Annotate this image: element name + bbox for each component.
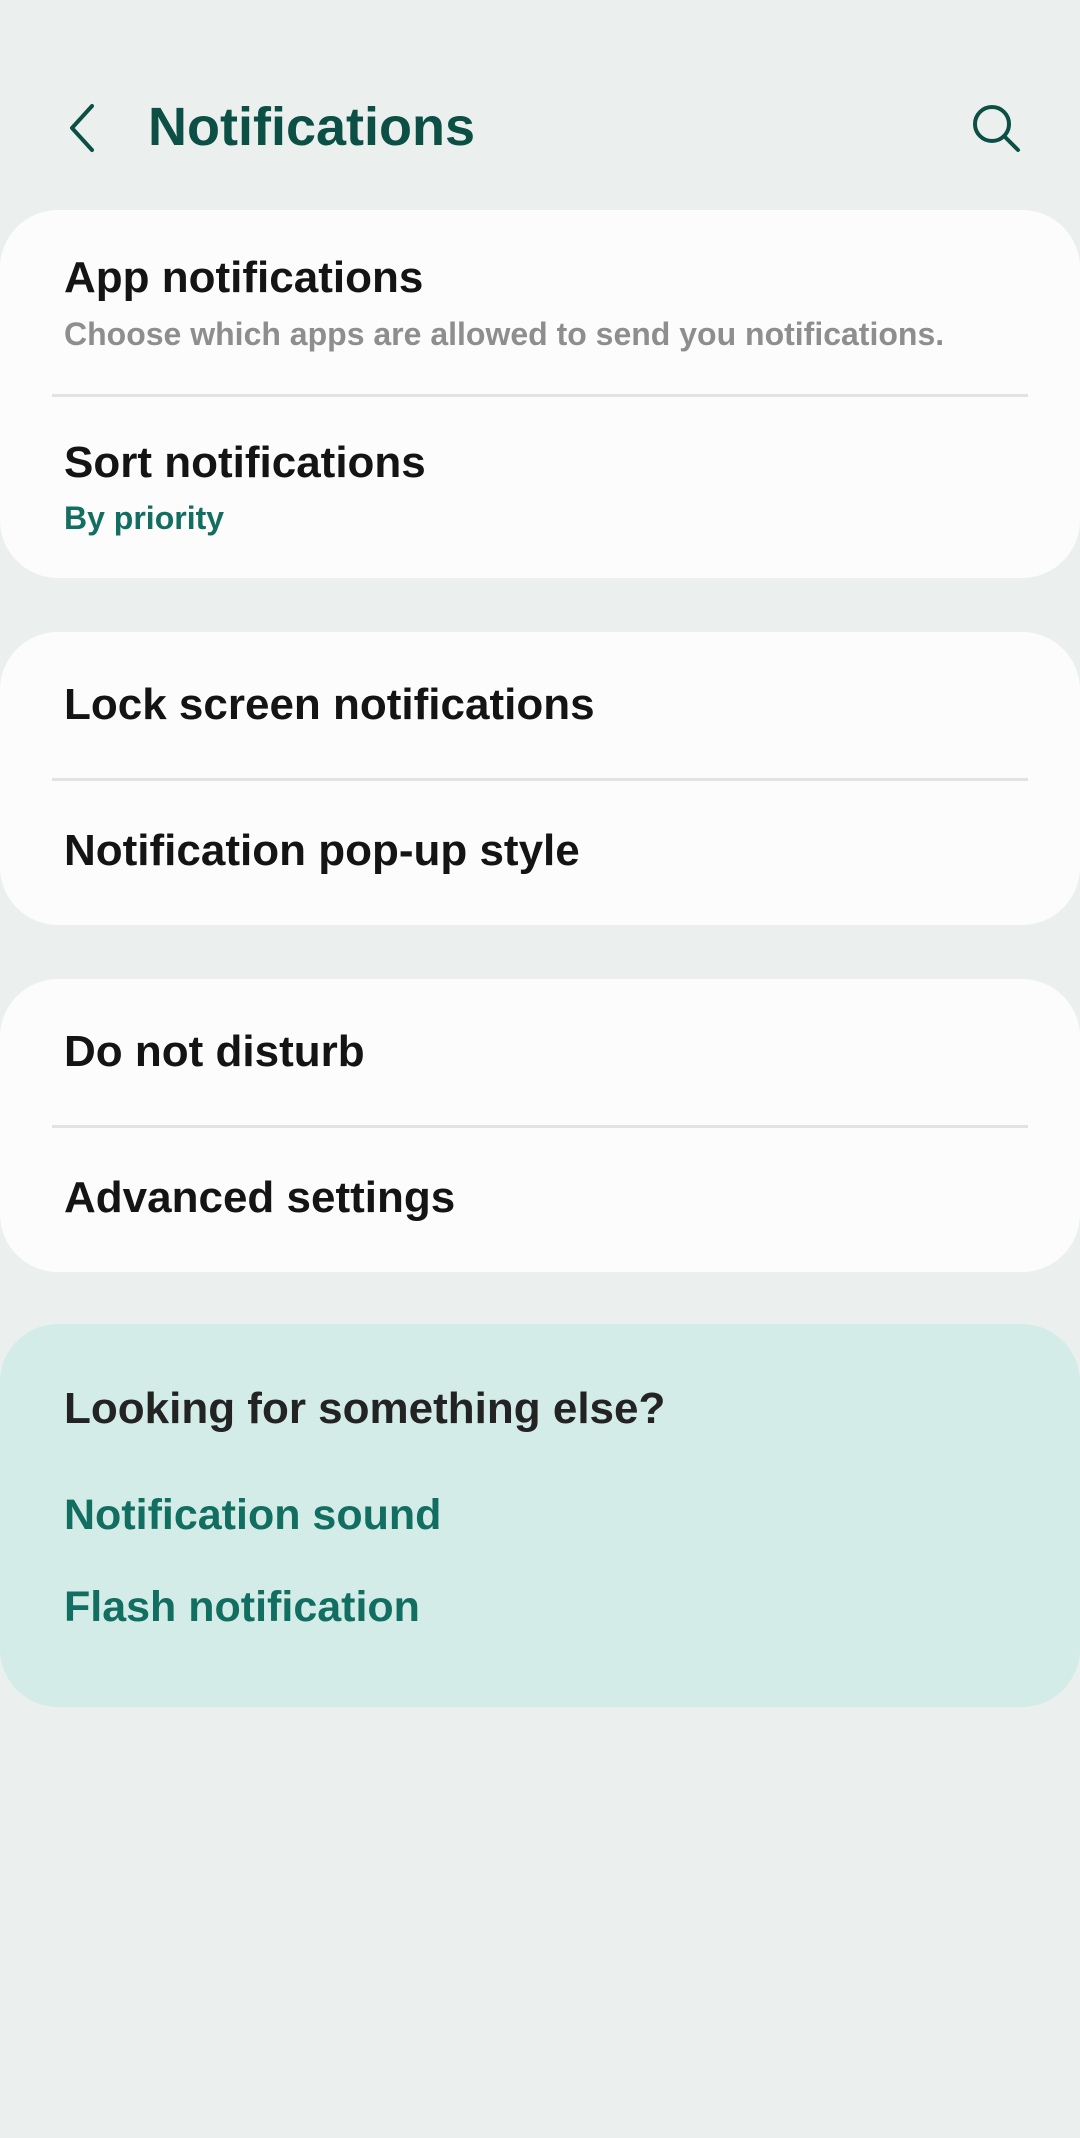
back-button[interactable]	[52, 96, 112, 160]
lock-screen-notifications-item[interactable]: Lock screen notifications	[0, 632, 1080, 778]
notification-popup-style-item[interactable]: Notification pop-up style	[0, 781, 1080, 925]
search-button[interactable]	[964, 96, 1028, 160]
settings-group-2: Lock screen notifications Notification p…	[0, 632, 1080, 925]
page-title: Notifications	[148, 97, 476, 157]
chevron-left-icon	[70, 104, 94, 152]
app-notifications-item[interactable]: App notifications Choose which apps are …	[0, 210, 1080, 395]
settings-group-1: App notifications Choose which apps are …	[0, 210, 1080, 578]
sort-notifications-value: By priority	[64, 500, 225, 536]
sort-notifications-title: Sort notifications	[64, 438, 426, 487]
top-app-bar: Notifications	[0, 0, 1080, 210]
search-icon	[973, 105, 1020, 152]
advanced-settings-title: Advanced settings	[64, 1173, 456, 1222]
notification-popup-style-title: Notification pop-up style	[64, 826, 580, 875]
settings-group-3: Do not disturb Advanced settings	[0, 979, 1080, 1272]
app-notifications-title: App notifications	[64, 253, 424, 302]
do-not-disturb-item[interactable]: Do not disturb	[0, 979, 1080, 1125]
suggestions-title: Looking for something else?	[64, 1384, 666, 1433]
sort-notifications-item[interactable]: Sort notifications By priority	[0, 397, 1080, 578]
do-not-disturb-title: Do not disturb	[64, 1027, 365, 1076]
lock-screen-notifications-title: Lock screen notifications	[64, 680, 595, 729]
flash-notification-link[interactable]: Flash notification	[64, 1581, 420, 1633]
advanced-settings-item[interactable]: Advanced settings	[0, 1128, 1080, 1272]
app-notifications-subtitle: Choose which apps are allowed to send yo…	[64, 316, 945, 352]
notification-sound-link[interactable]: Notification sound	[64, 1489, 441, 1541]
